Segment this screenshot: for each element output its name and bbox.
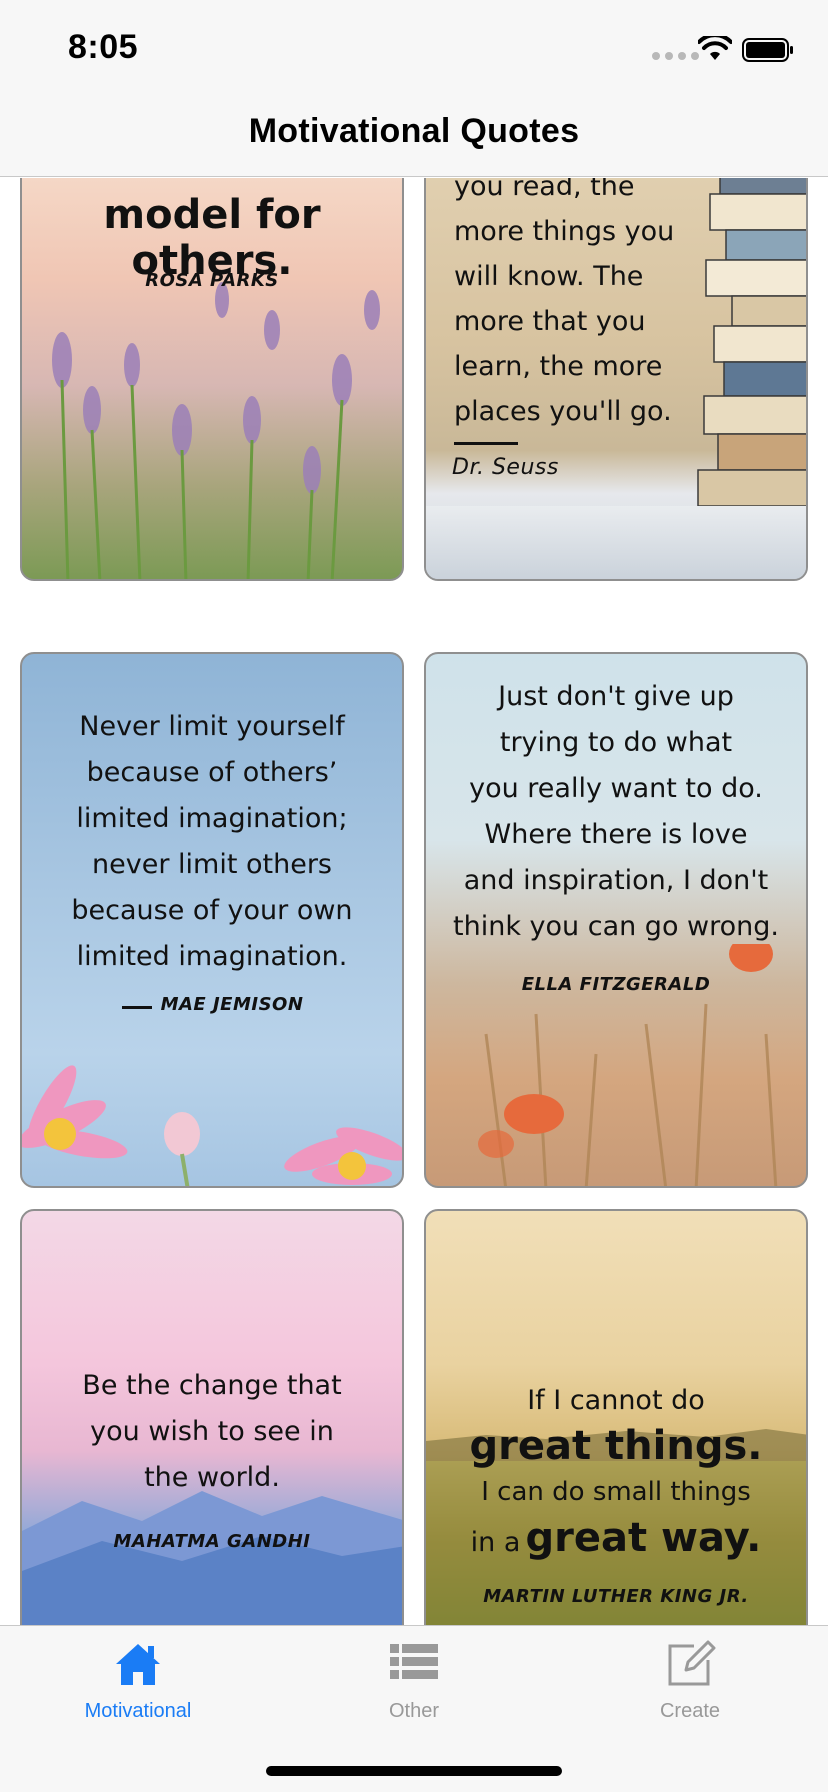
battery-icon <box>742 38 793 62</box>
quote-text: Be the change that you wish to see in th… <box>82 1370 342 1493</box>
lavender-flowers-image <box>52 282 380 579</box>
quote-author: MARTIN LUTHER KING JR. <box>483 1586 749 1607</box>
tab-label: Motivational <box>84 1700 192 1722</box>
book-stack-image <box>697 178 806 507</box>
quote-author: ELLA FITZGERALD <box>521 974 711 995</box>
home-indicator[interactable] <box>266 1766 562 1776</box>
tab-label: Create <box>659 1700 721 1722</box>
cellular-signal-icon <box>652 52 699 60</box>
quote-card-mae-jemison[interactable]: Never limit yourself because of others’ … <box>20 652 404 1188</box>
quote-text: Just don't give up trying to do what you… <box>453 681 779 942</box>
tab-other[interactable]: Other <box>276 1626 552 1736</box>
quote-card-dr-seuss[interactable]: you read, the more things you will know.… <box>424 178 808 581</box>
tab-motivational[interactable]: Motivational <box>0 1626 276 1736</box>
compose-icon <box>668 1640 716 1686</box>
navigation-bar: Motivational Quotes <box>0 100 828 177</box>
quotes-grid[interactable]: model for others. ROSA PARKS you read, t… <box>0 178 828 1625</box>
tab-label: Other <box>388 1700 440 1722</box>
quote-text: you read, the more things you will know.… <box>454 178 675 427</box>
divider <box>454 442 518 445</box>
status-bar: 8:05 <box>0 0 828 100</box>
quote-card-ella-fitzgerald[interactable]: Just don't give up trying to do what you… <box>424 652 808 1188</box>
quote-text: If I cannot do great things. I can do sm… <box>469 1385 763 1561</box>
quote-card-martin-luther-king[interactable]: If I cannot do great things. I can do sm… <box>424 1209 808 1625</box>
tab-create[interactable]: Create <box>552 1626 828 1736</box>
page-title: Motivational Quotes <box>248 112 580 150</box>
list-icon <box>390 1644 438 1679</box>
quote-author: MAHATMA GANDHI <box>113 1531 311 1552</box>
quote-author: Dr. Seuss <box>452 455 559 480</box>
house-icon <box>116 1644 160 1685</box>
quote-text: Never limit yourself because of others’ … <box>71 711 353 972</box>
quote-author: ROSA PARKS <box>145 270 279 291</box>
quote-author: MAE JEMISON <box>160 994 304 1015</box>
quote-card-rosa-parks[interactable]: model for others. ROSA PARKS <box>20 178 404 581</box>
quote-card-mahatma-gandhi[interactable]: Be the change that you wish to see in th… <box>20 1209 404 1625</box>
table-surface <box>426 506 806 579</box>
status-time: 8:05 <box>68 28 139 66</box>
wifi-icon <box>698 36 732 60</box>
pink-daisy-image <box>22 1065 402 1186</box>
